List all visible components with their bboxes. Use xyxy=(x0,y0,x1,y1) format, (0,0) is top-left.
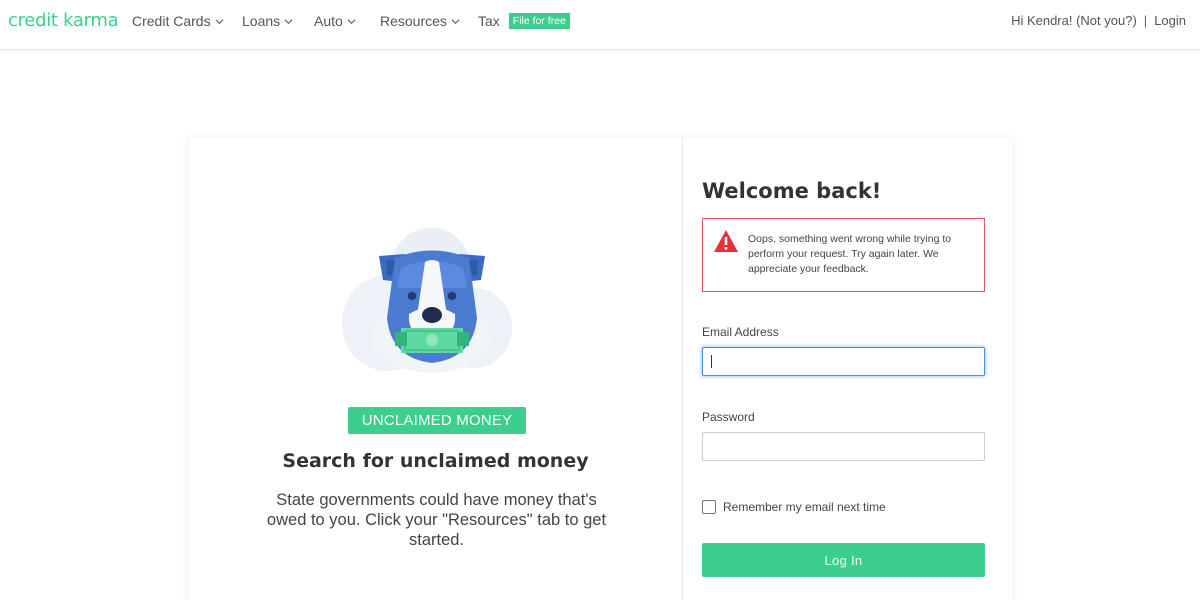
user-area: Hi Kendra! (Not you?) | Login xyxy=(1011,13,1186,28)
top-navigation: credit karma Credit Cards Loans Auto Res… xyxy=(0,0,1200,50)
nav-loans-label: Loans xyxy=(242,13,281,29)
nav-resources[interactable]: Resources xyxy=(380,13,460,29)
email-label: Email Address xyxy=(702,325,779,339)
chevron-down-icon xyxy=(284,18,293,24)
nav-credit-cards[interactable]: Credit Cards xyxy=(132,13,224,29)
password-label: Password xyxy=(702,410,755,424)
nav-auto-label: Auto xyxy=(314,13,343,29)
file-for-free-badge[interactable]: File for free xyxy=(508,13,570,29)
unclaimed-money-tag: UNCLAIMED MONEY xyxy=(348,407,526,434)
user-greeting[interactable]: Hi Kendra! (Not you?) xyxy=(1011,13,1137,28)
welcome-title: Welcome back! xyxy=(702,179,882,203)
login-link[interactable]: Login xyxy=(1154,13,1186,28)
promo-headline: Search for unclaimed money xyxy=(282,450,589,472)
credit-karma-logo[interactable]: credit karma xyxy=(8,10,119,31)
nav-credit-cards-label: Credit Cards xyxy=(132,13,211,29)
login-panel: Welcome back! Oops, something went wrong… xyxy=(682,138,1012,600)
log-in-button[interactable]: Log In xyxy=(702,543,985,577)
chevron-down-icon xyxy=(451,18,460,24)
remember-email-checkbox[interactable] xyxy=(702,500,716,514)
email-field[interactable] xyxy=(702,347,985,376)
nav-auto[interactable]: Auto xyxy=(314,13,356,29)
remember-email-label[interactable]: Remember my email next time xyxy=(723,500,886,514)
chevron-down-icon xyxy=(347,18,356,24)
nav-separator: | xyxy=(1143,13,1148,28)
error-alert: Oops, something went wrong while trying … xyxy=(702,218,985,292)
dog-with-money-illustration xyxy=(342,228,512,373)
text-caret xyxy=(711,355,712,368)
nav-resources-label: Resources xyxy=(380,13,447,29)
chevron-down-icon xyxy=(215,18,224,24)
login-card: UNCLAIMED MONEY Search for unclaimed mon… xyxy=(189,138,1012,600)
password-field[interactable] xyxy=(702,432,985,461)
nav-tax-label: Tax xyxy=(478,13,500,29)
promo-panel: UNCLAIMED MONEY Search for unclaimed mon… xyxy=(189,138,682,600)
promo-body: State governments could have money that'… xyxy=(266,491,607,549)
nav-loans[interactable]: Loans xyxy=(242,13,293,29)
error-message: Oops, something went wrong while trying … xyxy=(748,233,952,275)
warning-icon xyxy=(714,230,738,252)
nav-tax[interactable]: Tax File for free xyxy=(478,13,570,29)
